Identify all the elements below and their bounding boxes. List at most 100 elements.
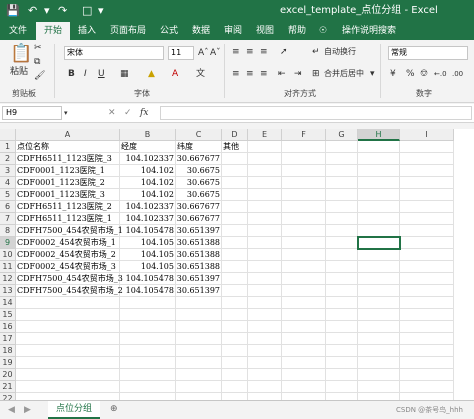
row-header[interactable]: 1 <box>0 141 16 153</box>
cell[interactable]: 30.651397 <box>176 273 222 285</box>
cell[interactable] <box>326 285 358 297</box>
cell[interactable]: 104.102 <box>120 177 176 189</box>
cell[interactable] <box>282 153 326 165</box>
cell[interactable] <box>400 153 454 165</box>
cell[interactable] <box>282 297 326 309</box>
cell[interactable] <box>326 177 358 189</box>
grow-font-icon[interactable]: Aˆ <box>198 47 209 59</box>
decrease-indent-icon[interactable]: ⇤ <box>278 68 286 80</box>
column-header-f[interactable]: F <box>282 129 326 141</box>
row-header[interactable]: 18 <box>0 345 16 357</box>
cell[interactable] <box>282 141 326 153</box>
cell[interactable] <box>16 297 120 309</box>
cell[interactable] <box>358 381 400 393</box>
cell[interactable] <box>176 321 222 333</box>
cell[interactable]: 104.102 <box>120 189 176 201</box>
cell[interactable] <box>120 333 176 345</box>
cell[interactable] <box>400 225 454 237</box>
cell[interactable]: CDFH7500_454农贸市场_1 <box>16 225 123 237</box>
cell[interactable] <box>120 309 176 321</box>
cell[interactable] <box>282 261 326 273</box>
cell[interactable]: 30.651397 <box>176 285 222 297</box>
align-top-icon[interactable]: ≡ <box>232 46 240 58</box>
cell[interactable] <box>282 393 326 400</box>
cell[interactable] <box>222 357 248 369</box>
sheet-tab[interactable]: 点位分组 <box>48 401 100 419</box>
cell[interactable] <box>282 369 326 381</box>
currency-icon[interactable]: ¥ <box>390 68 396 80</box>
cell[interactable] <box>222 189 248 201</box>
column-header-h[interactable]: H <box>358 129 400 141</box>
scroll-right-icon[interactable]: ▶ <box>24 404 31 416</box>
cell[interactable] <box>120 297 176 309</box>
cell[interactable] <box>222 369 248 381</box>
cell[interactable]: 其他 <box>222 141 248 153</box>
name-box-dropdown-icon[interactable]: ▾ <box>64 107 68 119</box>
cell[interactable] <box>358 249 400 261</box>
cell[interactable] <box>358 297 400 309</box>
cell[interactable] <box>326 297 358 309</box>
cell[interactable] <box>222 261 248 273</box>
cell[interactable] <box>400 237 454 249</box>
cell[interactable] <box>326 333 358 345</box>
cell[interactable] <box>248 309 282 321</box>
customize-icon[interactable]: ▾ <box>98 3 104 19</box>
row-header[interactable]: 20 <box>0 369 16 381</box>
cell[interactable]: 104.105478 <box>120 273 176 285</box>
cell[interactable] <box>400 213 454 225</box>
cell[interactable]: 104.105 <box>120 237 176 249</box>
cell[interactable] <box>326 141 358 153</box>
align-bottom-icon[interactable]: ≡ <box>260 46 268 58</box>
cell[interactable] <box>400 141 454 153</box>
cell[interactable]: 104.105 <box>120 261 176 273</box>
cell[interactable] <box>248 381 282 393</box>
cell[interactable] <box>248 165 282 177</box>
row-header[interactable]: 21 <box>0 381 16 393</box>
cell[interactable] <box>358 177 400 189</box>
cell[interactable] <box>326 225 358 237</box>
cell[interactable] <box>358 309 400 321</box>
cell[interactable] <box>400 165 454 177</box>
cell[interactable]: CDF0001_1123医院_1 <box>16 165 120 177</box>
cell[interactable]: CDF0001_1123医院_2 <box>16 177 120 189</box>
cell[interactable] <box>222 393 248 400</box>
cell[interactable] <box>400 393 454 400</box>
cell[interactable] <box>326 381 358 393</box>
cell[interactable] <box>400 249 454 261</box>
cell[interactable] <box>222 225 248 237</box>
cell[interactable] <box>16 381 120 393</box>
underline-icon[interactable]: U <box>98 68 105 80</box>
wrap-text-button[interactable]: 自动换行 <box>324 46 356 58</box>
cell[interactable] <box>222 249 248 261</box>
cell[interactable] <box>358 321 400 333</box>
percent-icon[interactable]: % <box>406 68 415 80</box>
bold-icon[interactable]: B <box>68 68 75 80</box>
row-header[interactable]: 7 <box>0 213 16 225</box>
cell[interactable]: 104.102337 <box>120 153 176 165</box>
cell[interactable] <box>326 273 358 285</box>
cell[interactable] <box>358 201 400 213</box>
merge-dropdown-icon[interactable]: ▾ <box>370 68 375 80</box>
borders-icon[interactable]: ▦ <box>120 68 129 80</box>
orientation-icon[interactable]: ➚ <box>280 46 288 58</box>
cell[interactable] <box>248 357 282 369</box>
cell[interactable] <box>400 261 454 273</box>
fill-color-icon[interactable]: ▲ <box>148 68 155 80</box>
column-header-i[interactable]: I <box>400 129 454 141</box>
cell[interactable] <box>282 309 326 321</box>
add-sheet-icon[interactable]: ⊕ <box>110 403 118 415</box>
row-header[interactable]: 10 <box>0 249 16 261</box>
row-header[interactable]: 11 <box>0 261 16 273</box>
font-size-select[interactable]: 11 <box>168 46 194 60</box>
column-header-g[interactable]: G <box>326 129 358 141</box>
cell[interactable] <box>248 273 282 285</box>
cell[interactable] <box>282 249 326 261</box>
column-header-c[interactable]: C <box>176 129 222 141</box>
cell[interactable] <box>326 261 358 273</box>
enter-icon[interactable]: ✓ <box>124 107 132 119</box>
cell[interactable] <box>326 237 358 249</box>
increase-decimal-icon[interactable]: ←.0 <box>434 68 447 80</box>
spreadsheet-grid[interactable]: A B C D E F G H I 1 点位名称 经度 纬度 其他 2 CDFH6511_1123医院_3 10… <box>0 129 474 400</box>
cell[interactable] <box>16 357 120 369</box>
increase-indent-icon[interactable]: ⇥ <box>294 68 302 80</box>
